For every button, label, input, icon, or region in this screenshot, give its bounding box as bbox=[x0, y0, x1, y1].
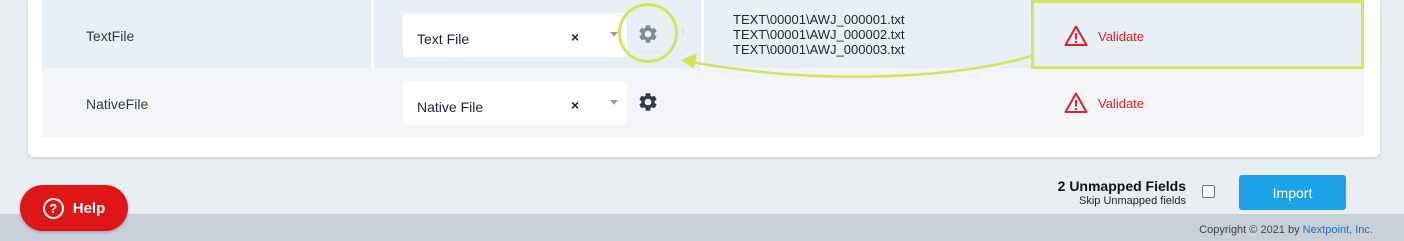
copyright-text: Copyright © 2021 by bbox=[1199, 224, 1300, 236]
file-path: TEXT\00001\AWJ_000003.txt bbox=[733, 42, 905, 57]
select-value: Native File bbox=[417, 99, 484, 115]
file-path: TEXT\00001\AWJ_000002.txt bbox=[733, 27, 905, 42]
unmapped-count: 2 Unmapped Fields bbox=[1057, 178, 1186, 194]
select-value: Text File bbox=[417, 31, 470, 47]
question-circle-icon: ? bbox=[42, 197, 64, 219]
company-link[interactable]: Nextpoint, Inc. bbox=[1303, 224, 1373, 236]
field-type-select[interactable]: Text File × bbox=[403, 13, 627, 57]
clear-selection-button[interactable]: × bbox=[571, 29, 579, 45]
help-button[interactable]: ? Help bbox=[20, 185, 128, 231]
chevron-down-icon[interactable] bbox=[610, 100, 618, 105]
table-row bbox=[42, 68, 1364, 137]
validate-label: Validate bbox=[1098, 95, 1145, 111]
footer-bar bbox=[0, 214, 1404, 241]
highlight-box bbox=[1031, 0, 1364, 69]
import-button[interactable]: Import bbox=[1239, 175, 1346, 210]
validate-button[interactable]: Validate bbox=[1064, 91, 1144, 115]
highlight-circle bbox=[618, 3, 678, 63]
copyright: Copyright © 2021 by Nextpoint, Inc. bbox=[1199, 224, 1373, 236]
file-path: TEXT\00001\AWJ_000001.txt bbox=[733, 12, 905, 27]
clear-selection-button[interactable]: × bbox=[571, 97, 579, 113]
file-list: TEXT\00001\AWJ_000001.txt TEXT\00001\AWJ… bbox=[733, 12, 905, 57]
field-name: TextFile bbox=[86, 28, 135, 44]
gear-icon[interactable] bbox=[637, 91, 659, 113]
field-name: NativeFile bbox=[86, 96, 149, 112]
warning-triangle-icon bbox=[1064, 92, 1088, 113]
skip-unmapped-checkbox[interactable] bbox=[1202, 185, 1215, 198]
help-label: Help bbox=[72, 199, 106, 217]
field-type-select[interactable]: Native File × bbox=[403, 81, 627, 125]
unmapped-summary: 2 Unmapped Fields Skip Unmapped fields bbox=[1058, 178, 1186, 207]
column-divider bbox=[701, 0, 704, 68]
column-divider bbox=[371, 0, 374, 68]
chevron-down-icon[interactable] bbox=[610, 32, 618, 37]
skip-unmapped-label: Skip Unmapped fields bbox=[1078, 195, 1186, 207]
